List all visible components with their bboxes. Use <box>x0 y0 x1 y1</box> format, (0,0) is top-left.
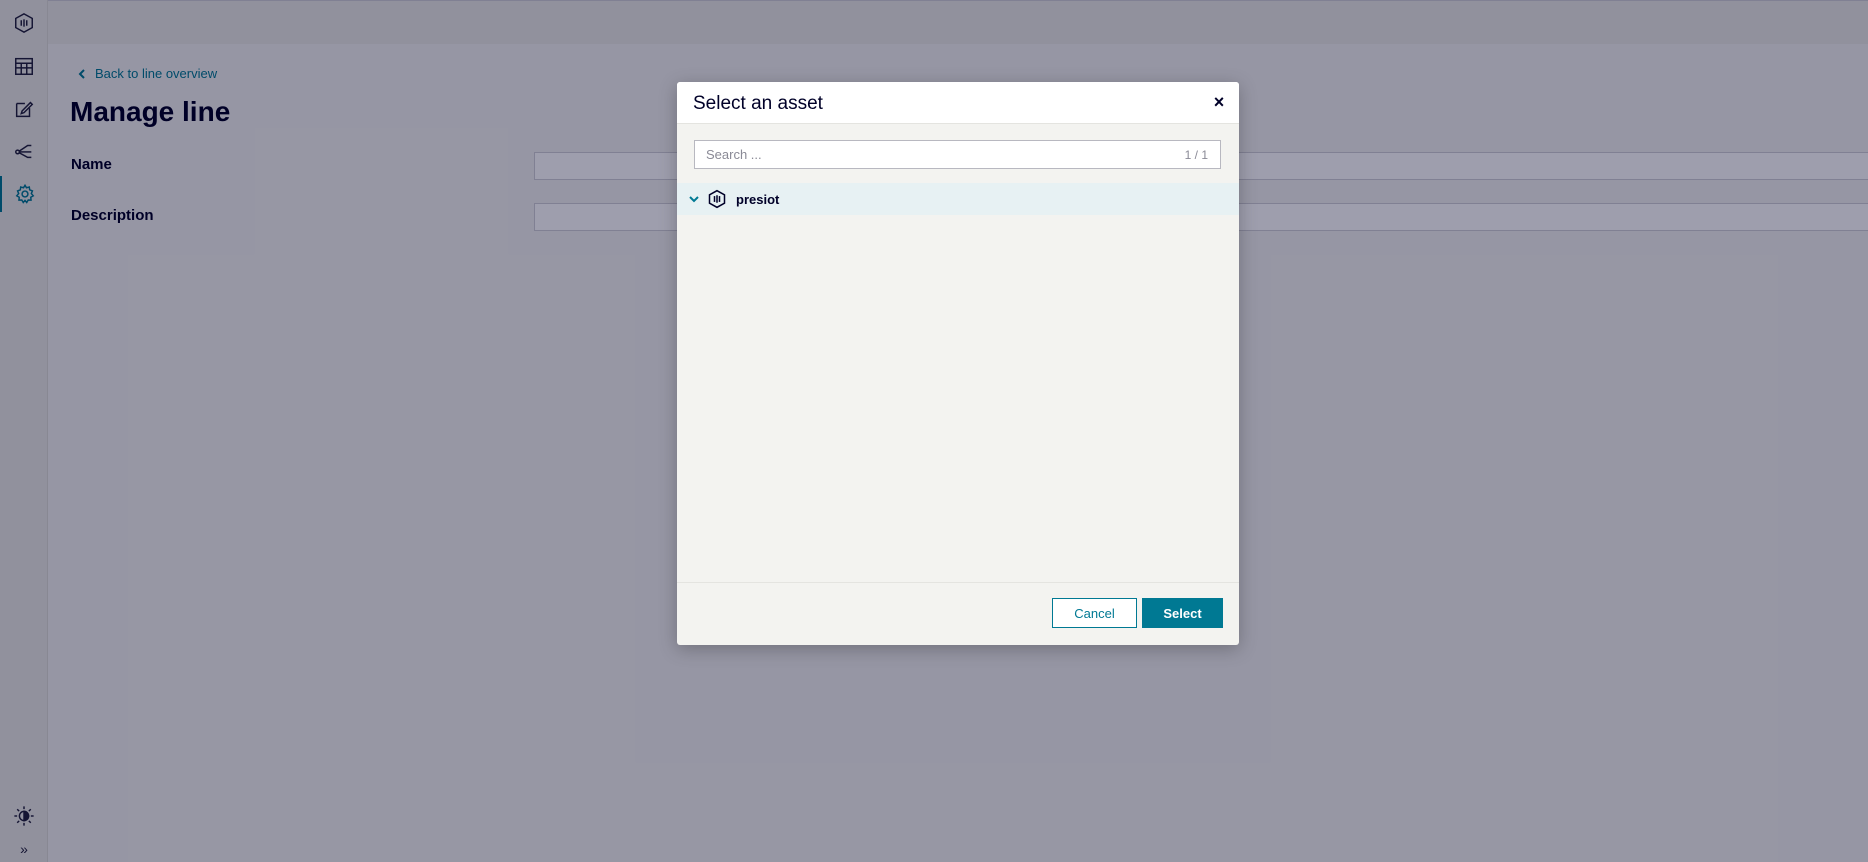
dialog-footer: Cancel Select <box>677 582 1239 645</box>
select-button[interactable]: Select <box>1142 598 1223 628</box>
close-icon: × <box>1213 91 1225 112</box>
chevron-down-icon <box>689 196 699 203</box>
dialog-title: Select an asset <box>693 93 823 114</box>
search-result-count: 1 / 1 <box>1184 147 1208 162</box>
tree-item-label: presiot <box>736 191 780 207</box>
select-asset-dialog: Select an asset × 1 / 1 presiot Cancel S… <box>677 82 1239 645</box>
search-input[interactable] <box>695 141 1185 168</box>
dialog-header: Select an asset × <box>677 82 1239 124</box>
tree-toggle[interactable] <box>687 192 701 206</box>
asset-hexagon-icon <box>707 189 727 209</box>
cancel-button[interactable]: Cancel <box>1052 598 1137 628</box>
close-button[interactable]: × <box>1209 92 1229 112</box>
tree-item-presiot[interactable]: presiot <box>677 183 1239 215</box>
asset-search: 1 / 1 <box>694 140 1221 169</box>
